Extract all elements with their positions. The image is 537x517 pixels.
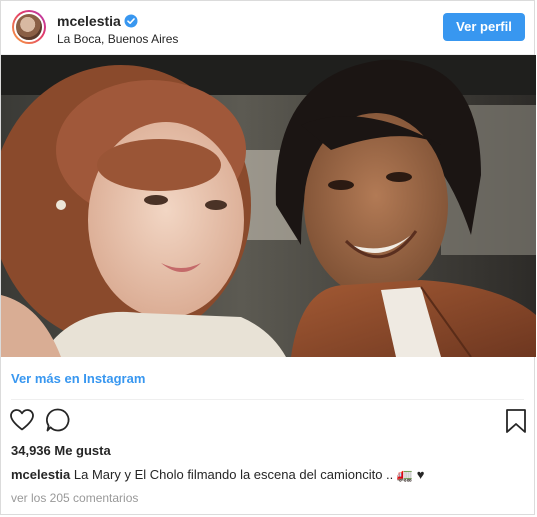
verified-badge-icon [124,14,138,28]
location-link[interactable]: La Boca, Buenos Aires [57,32,178,46]
avatar-image [14,12,44,42]
comment-bubble-icon[interactable] [45,407,71,433]
likes-count[interactable]: 34,936 Me gusta [11,443,111,458]
caption-text: La Mary y El Cholo filmando la escena de… [73,467,394,482]
post-photo-image [1,55,536,357]
post-caption: mcelestia La Mary y El Cholo filmando la… [11,467,424,483]
view-more-instagram-link[interactable]: Ver más en Instagram [11,371,145,386]
post-header: mcelestia La Boca, Buenos Aires Ver perf… [1,1,534,55]
view-comments-link[interactable]: ver los 205 comentarios [11,491,138,505]
caption-emoji: 🚛 ♥ [396,467,425,482]
post-photo[interactable] [1,55,536,357]
username-link[interactable]: mcelestia [57,13,121,29]
heart-icon[interactable] [9,408,35,432]
bookmark-icon[interactable] [505,408,527,434]
instagram-embed-card: mcelestia La Boca, Buenos Aires Ver perf… [0,0,536,515]
avatar[interactable] [12,10,46,44]
divider [11,399,524,400]
caption-username[interactable]: mcelestia [11,467,70,482]
view-profile-button[interactable]: Ver perfil [443,13,525,41]
